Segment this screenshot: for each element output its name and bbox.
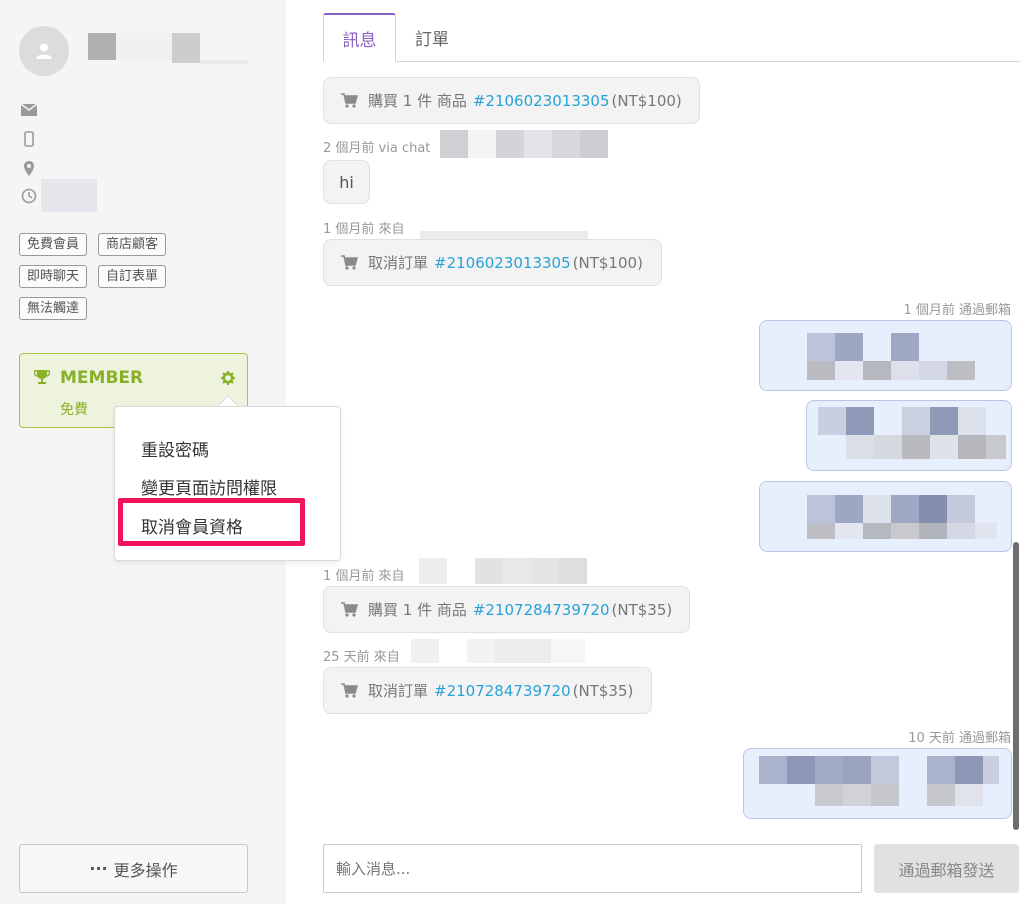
scrollbar-thumb[interactable] bbox=[1013, 542, 1019, 830]
tag[interactable]: 商店顧客 bbox=[98, 233, 167, 256]
local-time-redacted bbox=[41, 179, 97, 212]
redacted-source bbox=[440, 130, 608, 158]
order-amount: (NT$35) bbox=[611, 600, 673, 619]
redacted-source bbox=[419, 558, 589, 584]
gear-icon[interactable] bbox=[221, 371, 235, 389]
menu-item-change-page-access[interactable]: 變更頁面訪問權限 bbox=[141, 474, 277, 499]
cart-icon bbox=[341, 683, 358, 698]
avatar bbox=[19, 26, 69, 76]
clock-icon bbox=[20, 187, 38, 205]
redacted-source bbox=[411, 639, 585, 663]
email-message-bubble bbox=[759, 481, 1012, 552]
order-event-bubble: 取消訂單 #2107284739720 (NT$35) bbox=[323, 667, 652, 714]
order-amount: (NT$100) bbox=[572, 253, 643, 272]
phone-icon bbox=[20, 130, 38, 148]
location-icon bbox=[20, 159, 38, 177]
more-actions-button[interactable]: ··· 更多操作 bbox=[19, 844, 248, 893]
order-link[interactable]: #2107284739720 bbox=[473, 601, 610, 619]
chat-message-bubble: hi bbox=[323, 160, 370, 204]
order-action: 購買 1 件 商品 bbox=[368, 601, 467, 619]
order-event-bubble: 購買 1 件 商品 #2107284739720 (NT$35) bbox=[323, 586, 690, 633]
email-message-bubble bbox=[759, 320, 1012, 391]
trophy-icon bbox=[33, 369, 51, 389]
order-action: 購買 1 件 商品 bbox=[368, 92, 467, 110]
order-link[interactable]: #2106023013305 bbox=[473, 92, 610, 110]
menu-item-reset-password[interactable]: 重設密碼 bbox=[141, 436, 209, 461]
mail-icon bbox=[20, 101, 38, 119]
message-input[interactable] bbox=[323, 844, 862, 893]
customer-name-redacted bbox=[88, 33, 248, 67]
tag[interactable]: 免費會員 bbox=[19, 233, 88, 256]
tag[interactable]: 即時聊天 bbox=[19, 265, 88, 288]
cart-icon bbox=[341, 255, 358, 270]
order-event-bubble: 購買 1 件 商品 #2106023013305 (NT$100) bbox=[323, 77, 700, 124]
tag[interactable]: 無法觸達 bbox=[19, 297, 88, 320]
message-meta: 1 個月前 來自 bbox=[323, 569, 405, 584]
highlight-box bbox=[118, 498, 305, 546]
tab-orders[interactable]: 訂單 bbox=[400, 13, 464, 62]
more-actions-label: 更多操作 bbox=[113, 860, 178, 880]
message-meta: 10 天前 通過郵箱 bbox=[908, 731, 1011, 746]
message-meta: 2 個月前 via chat bbox=[323, 141, 431, 156]
membership-plan: 免費 bbox=[60, 402, 88, 418]
order-action: 取消訂單 bbox=[368, 254, 429, 272]
email-message-bubble bbox=[743, 748, 1012, 819]
order-link[interactable]: #2107284739720 bbox=[434, 682, 571, 700]
order-link[interactable]: #2106023013305 bbox=[434, 254, 571, 272]
email-message-bubble bbox=[806, 400, 1012, 471]
message-meta: 25 天前 來自 bbox=[323, 650, 400, 665]
order-amount: (NT$100) bbox=[611, 91, 682, 110]
send-email-button[interactable]: 通過郵箱發送 bbox=[874, 844, 1019, 893]
order-amount: (NT$35) bbox=[572, 681, 634, 700]
order-action: 取消訂單 bbox=[368, 682, 429, 700]
membership-title: MEMBER bbox=[60, 368, 144, 388]
order-event-bubble: 取消訂單 #2106023013305 (NT$100) bbox=[323, 239, 662, 286]
cart-icon bbox=[341, 93, 358, 108]
tag[interactable]: 自訂表單 bbox=[98, 265, 167, 288]
message-meta: 1 個月前 通過郵箱 bbox=[903, 303, 1011, 318]
user-icon bbox=[36, 43, 52, 59]
ellipsis-icon: ··· bbox=[89, 859, 108, 878]
tab-messages[interactable]: 訊息 bbox=[323, 13, 396, 62]
cart-icon bbox=[341, 602, 358, 617]
redacted-source bbox=[420, 231, 588, 239]
message-meta: 1 個月前 來自 bbox=[323, 222, 405, 237]
